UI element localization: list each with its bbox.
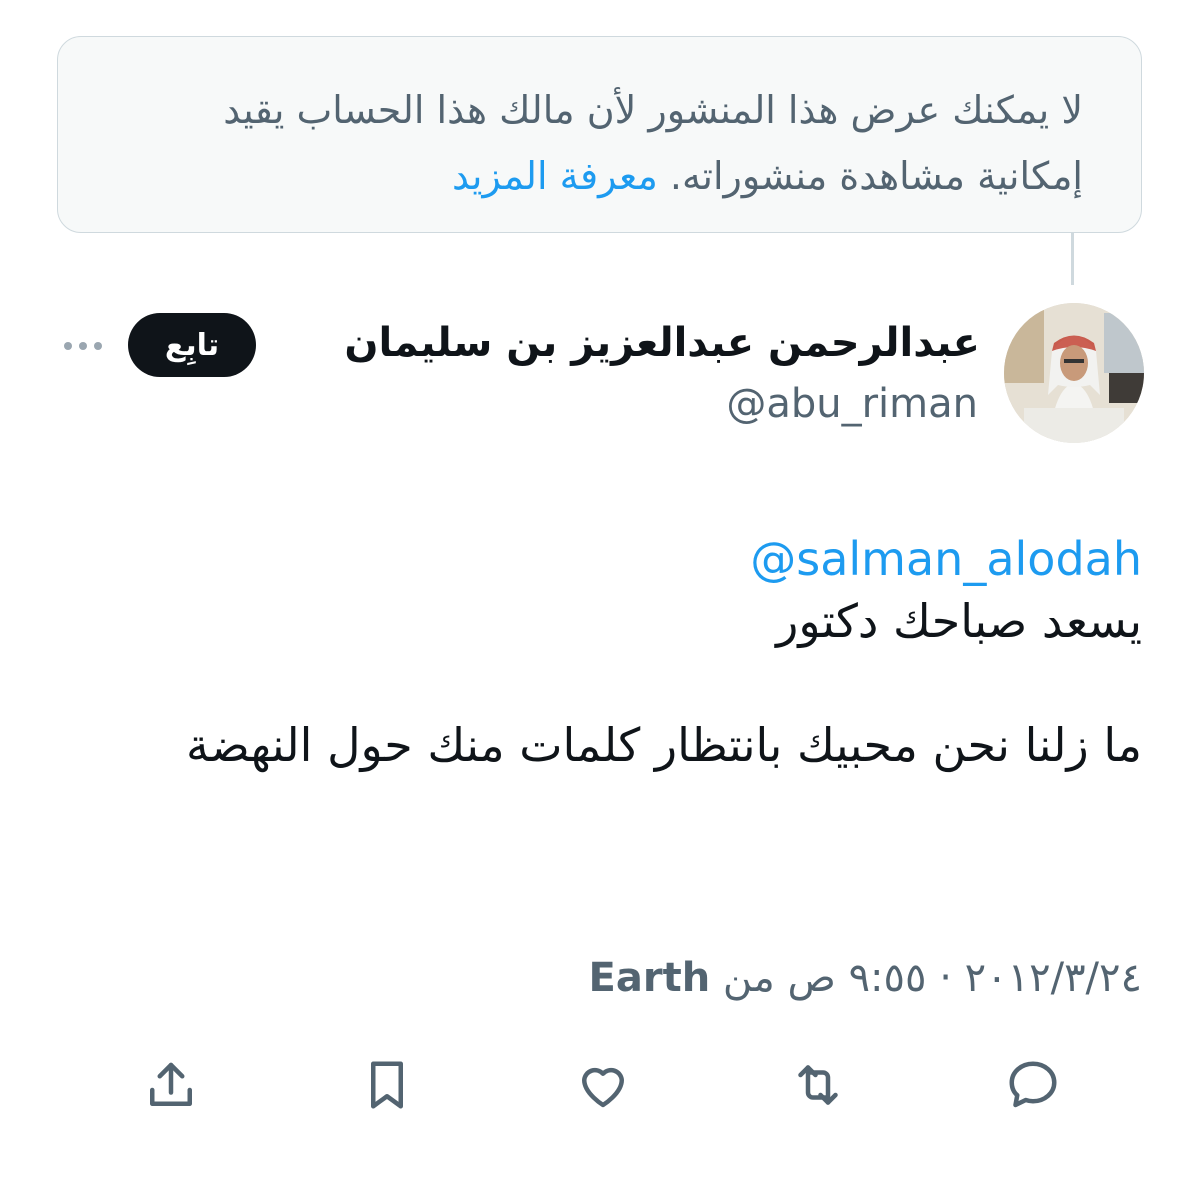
tweet-line-1: يسعد صباحك دكتور [776,594,1142,648]
follow-button[interactable]: تابِع [128,313,256,377]
bookmark-icon[interactable] [357,1055,417,1115]
share-icon[interactable] [141,1055,201,1115]
reply-icon[interactable] [1003,1055,1063,1115]
mention-link[interactable]: @salman_alodah [750,528,1142,590]
from-label: من [722,955,775,1001]
avatar[interactable] [1004,303,1144,443]
tweet-source: Earth [588,955,711,1001]
tweet-line-2: ما زلنا نحن محبيك بانتظار كلمات منك حول … [186,718,1142,772]
author-handle[interactable]: @abu_riman [726,381,978,427]
follow-label: تابِع [164,327,220,363]
tweet-metadata: ٢٠١٢/٣/٢٤ · ٩:٥٥ ص من Earth [589,955,1142,1001]
user-photo-icon [1004,303,1144,443]
restricted-post-notice: لا يمكنك عرض هذا المنشور لأن مالك هذا ال… [57,36,1142,233]
author-name[interactable]: عبدالرحمن عبدالعزيز بن سليمان [344,320,980,366]
more-options-icon[interactable] [58,326,108,366]
tweet-timestamp[interactable]: ٢٠١٢/٣/٢٤ · ٩:٥٥ ص [787,955,1142,1001]
like-icon[interactable] [573,1055,633,1115]
learn-more-link[interactable]: معرفة المزيد [452,154,658,198]
tweet-text: @salman_alodah يسعد صباحك دكتور ما زلنا … [180,528,1142,776]
thread-connector-line [1071,233,1074,285]
retweet-icon[interactable] [788,1055,848,1115]
